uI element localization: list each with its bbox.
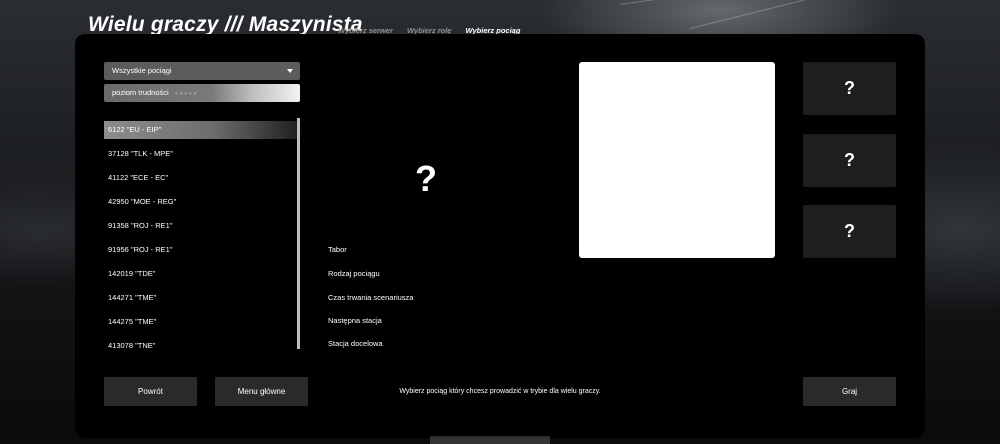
play-button[interactable]: Graj bbox=[803, 377, 896, 406]
vehicle-slot[interactable]: ? bbox=[803, 134, 896, 187]
difficulty-filter[interactable]: poziom trudności ●●●●● bbox=[104, 84, 300, 102]
rolling-stock-label: Tabor bbox=[328, 245, 347, 254]
train-list-item[interactable]: 41122 "ECE - EC" bbox=[104, 166, 300, 190]
train-filter-dropdown[interactable]: Wszystkie pociągi bbox=[104, 62, 300, 80]
train-list-item[interactable]: 6122 "EU - EIP" bbox=[104, 121, 300, 139]
train-list-item[interactable]: 144275 "TME" bbox=[104, 310, 300, 334]
train-preview-image bbox=[579, 62, 775, 258]
train-type-label: Rodzaj pociągu bbox=[328, 269, 380, 278]
track-glow bbox=[430, 436, 550, 444]
vehicle-slot[interactable]: ? bbox=[803, 205, 896, 258]
back-button[interactable]: Powrót bbox=[104, 377, 197, 406]
train-info-placeholder: ? bbox=[415, 158, 437, 199]
train-list-item[interactable]: 37128 "TLK - MPE" bbox=[104, 142, 300, 166]
destination-station-label: Stacja docelowa bbox=[328, 339, 383, 348]
next-station-label: Następna stacja bbox=[328, 316, 382, 325]
train-filter-value: Wszystkie pociągi bbox=[112, 66, 172, 75]
caret-down-icon bbox=[287, 69, 293, 73]
scrollbar-thumb[interactable] bbox=[297, 118, 300, 349]
train-list-item[interactable]: 91358 "ROJ - RE1" bbox=[104, 214, 300, 238]
difficulty-stars: ●●●●● bbox=[175, 91, 198, 97]
scenario-duration-label: Czas trwania scenariusza bbox=[328, 293, 414, 302]
main-menu-button[interactable]: Menu główne bbox=[215, 377, 308, 406]
train-list-item[interactable]: 144271 "TME" bbox=[104, 286, 300, 310]
train-list-item[interactable]: 413078 "TNE" bbox=[104, 334, 300, 349]
train-list-item[interactable]: 142019 "TDE" bbox=[104, 262, 300, 286]
star-icon: ● bbox=[193, 91, 198, 97]
train-list-scrollbar[interactable] bbox=[297, 118, 300, 349]
train-list: 6122 "EU - EIP" 37128 "TLK - MPE" 41122 … bbox=[104, 118, 300, 349]
train-list-item[interactable]: 42950 "MOE - REG" bbox=[104, 190, 300, 214]
train-list-item[interactable]: 91956 "ROJ - RE1" bbox=[104, 238, 300, 262]
difficulty-label: poziom trudności bbox=[112, 88, 169, 97]
hint-text: Wybierz pociąg który chcesz prowadzić w … bbox=[399, 388, 601, 395]
vehicle-slot[interactable]: ? bbox=[803, 62, 896, 115]
